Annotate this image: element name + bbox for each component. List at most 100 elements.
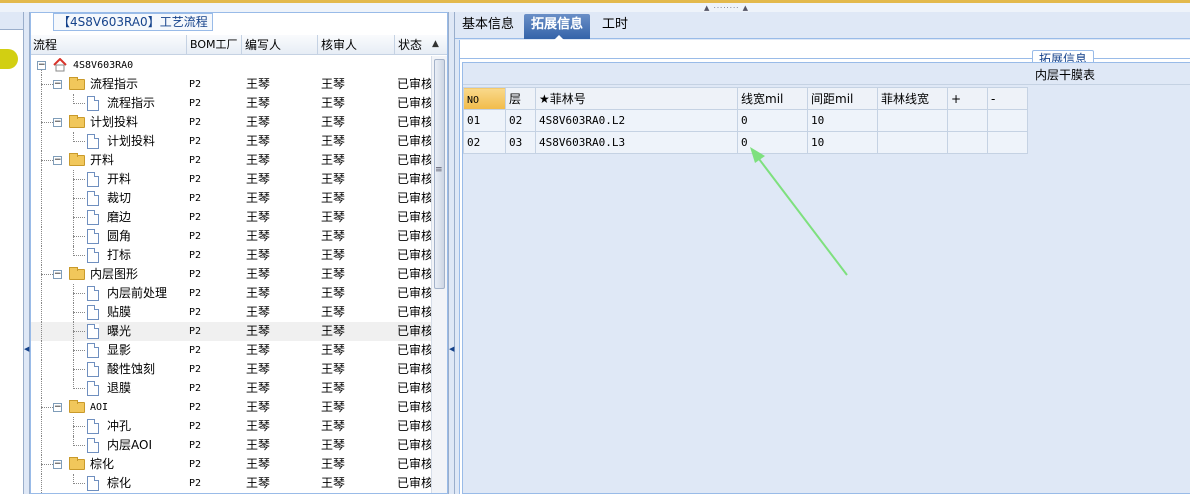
cell-plus[interactable] (947, 131, 988, 154)
cell-no[interactable]: 01 (463, 109, 506, 132)
tree-node[interactable]: 退膜 (31, 379, 187, 398)
cell-line-width[interactable]: 0 (737, 109, 808, 132)
cell-no[interactable]: 02 (463, 131, 506, 154)
tree-node[interactable]: 棕化 (31, 474, 187, 493)
tree-row[interactable]: − 计划投料 P2 王琴 王琴 已审核 (31, 113, 431, 132)
cell-film-line-width[interactable] (877, 109, 948, 132)
cell-reviewer: 王琴 (321, 134, 346, 148)
collapse-toggle-icon[interactable]: − (37, 61, 46, 70)
tree-row[interactable]: 冲孔 P2 王琴 王琴 已审核 (31, 417, 431, 436)
table-row[interactable]: 01 02 4S8V603RA0.L2 0 10 (463, 109, 1028, 132)
tree-row[interactable]: − 棕化 P2 王琴 王琴 已审核 (31, 455, 431, 474)
tree-node-label: 裁切 (107, 191, 132, 205)
tree-node[interactable]: 内层AOI (31, 436, 187, 455)
cell-spacing[interactable]: 10 (807, 131, 878, 154)
collapse-grip-icon[interactable]: ▲ ········ ▲ (704, 4, 770, 12)
grid-header-plus[interactable]: + (947, 87, 988, 110)
tree-row[interactable]: 磨边 P2 王琴 王琴 已审核 (31, 208, 431, 227)
grid-header-film-line-width[interactable]: 菲林线宽 (877, 87, 948, 110)
tree-node[interactable]: 流程指示 (31, 94, 187, 113)
cell-film-no[interactable]: 4S8V603RA0.L2 (535, 109, 738, 132)
collapse-toggle-icon[interactable]: − (53, 270, 62, 279)
tree-row[interactable]: − 流程指示 P2 王琴 王琴 已审核 (31, 75, 431, 94)
tree-node[interactable]: 计划投料 (31, 132, 187, 151)
tree-node[interactable]: − 开料 (31, 151, 187, 170)
cell-minus[interactable] (987, 109, 1028, 132)
center-splitter[interactable]: ◀ (448, 12, 455, 494)
grid-header-layer[interactable]: 层 (505, 87, 536, 110)
scroll-up-arrow-icon[interactable]: ▲ (432, 39, 439, 49)
cell-film-no[interactable]: 4S8V603RA0.L3 (535, 131, 738, 154)
tree-row[interactable]: 内层前处理 P2 王琴 王琴 已审核 (31, 284, 431, 303)
grid-header-minus[interactable]: - (987, 87, 1028, 110)
cell-plus[interactable] (947, 109, 988, 132)
grid-header-line-width[interactable]: 线宽mil (737, 87, 808, 110)
cell-author: 王琴 (246, 438, 271, 452)
tree-node[interactable]: 酸性蚀刻 (31, 360, 187, 379)
grid-header-no[interactable]: NO (463, 87, 506, 110)
tree-node[interactable]: 打标 (31, 246, 187, 265)
tree-node[interactable]: 冲孔 (31, 417, 187, 436)
tree-node[interactable]: 开料 (31, 170, 187, 189)
column-header-bom-factory[interactable]: BOM工厂 (188, 35, 242, 55)
collapse-toggle-icon[interactable]: − (53, 156, 62, 165)
collapse-toggle-icon[interactable]: − (53, 403, 62, 412)
tree-row[interactable]: − 4S8V603RA0 (31, 56, 431, 75)
cell-status: 已审核 (397, 381, 431, 395)
tree-row[interactable]: − AOI P2 王琴 王琴 已审核 (31, 398, 431, 417)
tab-extended-info[interactable]: 拓展信息 (524, 14, 591, 40)
cell-minus[interactable] (987, 131, 1028, 154)
collapse-toggle-icon[interactable]: − (53, 460, 62, 469)
cell-layer[interactable]: 03 (505, 131, 536, 154)
cell-bom-factory: P2 (189, 250, 202, 261)
column-header-author[interactable]: 编写人 (243, 35, 318, 55)
tree-row[interactable]: 裁切 P2 王琴 王琴 已审核 (31, 189, 431, 208)
tree-node[interactable]: 贴膜 (31, 303, 187, 322)
tree-node[interactable]: − 计划投料 (31, 113, 187, 132)
collapse-left-arrow-icon[interactable]: ◀ (24, 345, 29, 353)
tree-row[interactable]: 酸性蚀刻 P2 王琴 王琴 已审核 (31, 360, 431, 379)
collapse-toggle-icon[interactable]: − (53, 80, 62, 89)
tree-node[interactable]: 显影 (31, 341, 187, 360)
tree-row[interactable]: 打标 P2 王琴 王琴 已审核 (31, 246, 431, 265)
column-header-process[interactable]: 流程 (31, 35, 187, 55)
tree-row[interactable]: 圆角 P2 王琴 王琴 已审核 (31, 227, 431, 246)
tree-row[interactable]: 棕化 P2 王琴 王琴 已审核 (31, 474, 431, 493)
tree-row[interactable]: 显影 P2 王琴 王琴 已审核 (31, 341, 431, 360)
collapse-center-arrow-icon[interactable]: ◀ (449, 345, 454, 353)
cell-film-line-width[interactable] (877, 131, 948, 154)
column-header-reviewer[interactable]: 核审人 (319, 35, 395, 55)
tree-row[interactable]: 计划投料 P2 王琴 王琴 已审核 (31, 132, 431, 151)
tree-scrollbar[interactable]: ≡ (431, 56, 447, 493)
tree-node[interactable]: 内层前处理 (31, 284, 187, 303)
tree-row[interactable]: 流程指示 P2 王琴 王琴 已审核 (31, 94, 431, 113)
cell-line-width[interactable]: 0 (737, 131, 808, 154)
tree-node[interactable]: 圆角 (31, 227, 187, 246)
tree-node[interactable]: − 棕化 (31, 455, 187, 474)
tree-connector (73, 388, 85, 389)
tree-row[interactable]: − 开料 P2 王琴 王琴 已审核 (31, 151, 431, 170)
tree-node[interactable]: − 4S8V603RA0 (31, 56, 187, 75)
grid-header-film-no[interactable]: ★菲林号 (535, 87, 738, 110)
tab-basic-info[interactable]: 基本信息 (455, 14, 521, 39)
tab-work-hours[interactable]: 工时 (595, 14, 635, 39)
tree-row[interactable]: 开料 P2 王琴 王琴 已审核 (31, 170, 431, 189)
cell-spacing[interactable]: 10 (807, 109, 878, 132)
tree-node[interactable]: 磨边 (31, 208, 187, 227)
tree-node[interactable]: − 内层图形 (31, 265, 187, 284)
cell-layer[interactable]: 02 (505, 109, 536, 132)
tree-row[interactable]: 曝光 P2 王琴 王琴 已审核 (31, 322, 431, 341)
tree-row[interactable]: 内层AOI P2 王琴 王琴 已审核 (31, 436, 431, 455)
tree-row[interactable]: 贴膜 P2 王琴 王琴 已审核 (31, 303, 431, 322)
tree-row[interactable]: − 内层图形 P2 王琴 王琴 已审核 (31, 265, 431, 284)
tree-node[interactable]: − AOI (31, 398, 187, 417)
tree-row[interactable]: 退膜 P2 王琴 王琴 已审核 (31, 379, 431, 398)
cell-bom-factory: P2 (189, 440, 202, 451)
table-row[interactable]: 02 03 4S8V603RA0.L3 0 10 (463, 131, 1028, 154)
column-header-status[interactable]: 状态 (396, 35, 431, 55)
tree-node[interactable]: 裁切 (31, 189, 187, 208)
grid-header-spacing[interactable]: 间距mil (807, 87, 878, 110)
tree-node[interactable]: 曝光 (31, 322, 187, 341)
collapse-toggle-icon[interactable]: − (53, 118, 62, 127)
tree-node[interactable]: − 流程指示 (31, 75, 187, 94)
